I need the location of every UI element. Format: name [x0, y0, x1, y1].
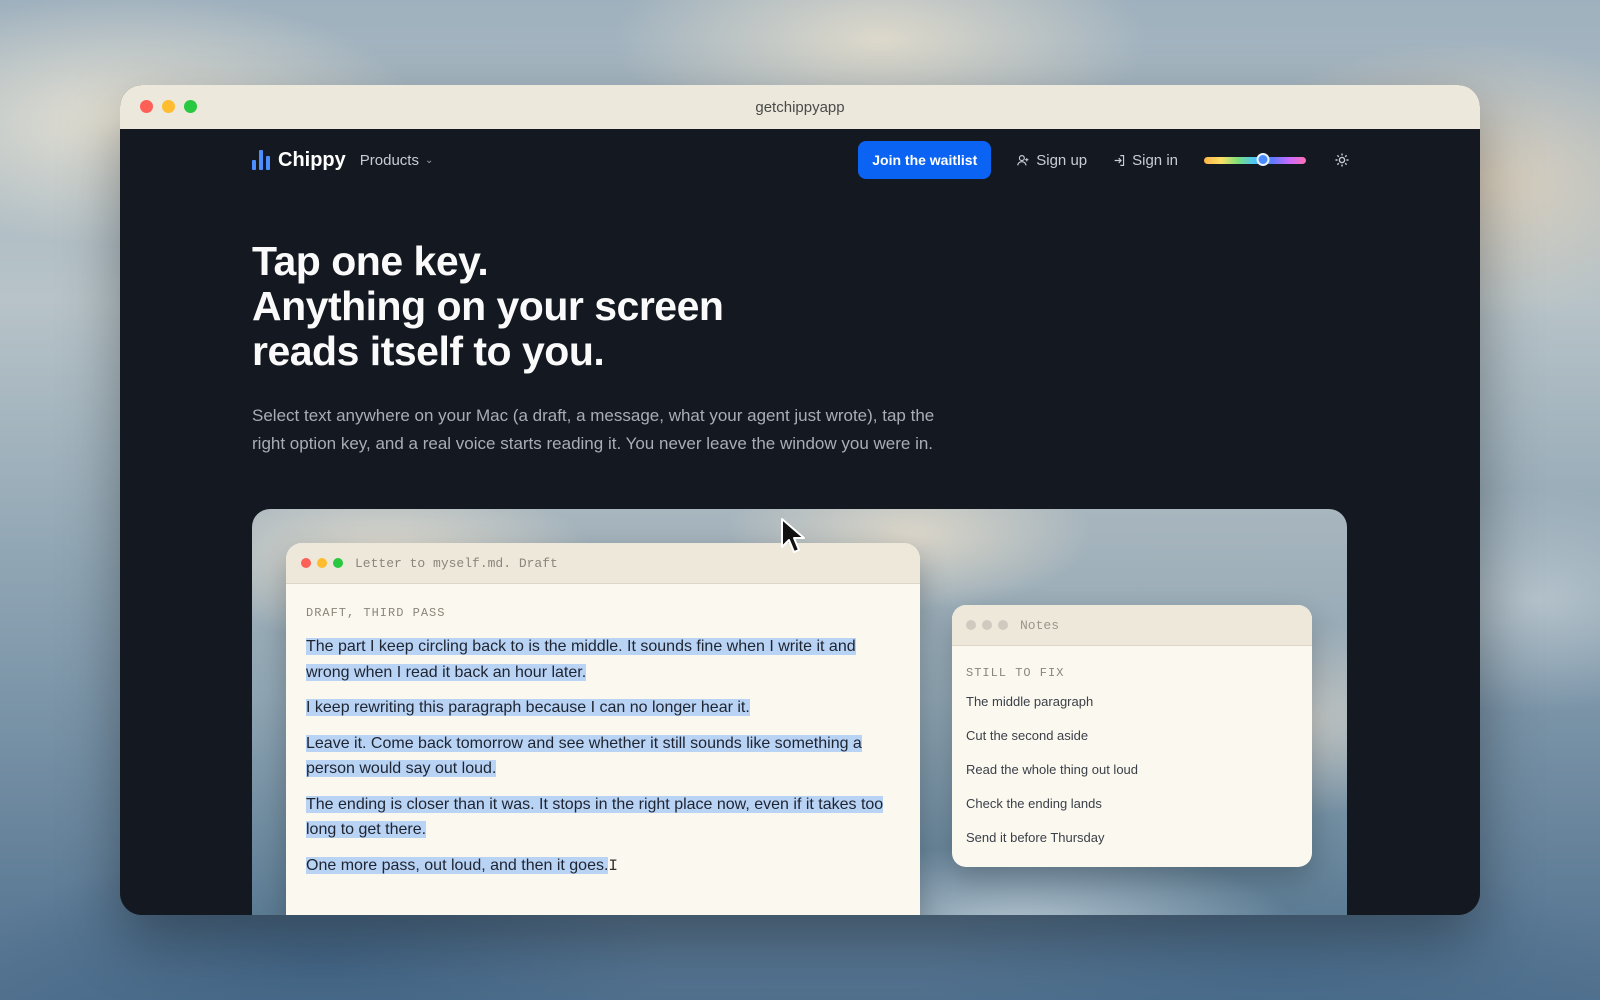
- notes-body: STILL TO FIX The middle paragraph Cut th…: [952, 646, 1312, 862]
- join-waitlist-button[interactable]: Join the waitlist: [858, 141, 992, 179]
- notes-title: Notes: [1020, 617, 1060, 633]
- notes-eyebrow: STILL TO FIX: [966, 666, 1065, 680]
- selected-text[interactable]: The ending is closer than it was. It sto…: [306, 795, 884, 838]
- list-item[interactable]: Check the ending lands: [966, 794, 1298, 828]
- sun-icon[interactable]: [1334, 152, 1350, 168]
- window-controls: [140, 100, 197, 113]
- selected-text[interactable]: I keep rewriting this paragraph because …: [306, 699, 750, 716]
- selected-text[interactable]: One more pass, out loud, and then it goe…: [306, 856, 609, 874]
- editor-eyebrow: DRAFT, THIRD PASS: [306, 606, 446, 620]
- notes-window: Notes STILL TO FIX The middle paragraph …: [952, 605, 1312, 867]
- hero-line-1: Tap one key.: [252, 238, 489, 284]
- chevron-down-icon: ⌄: [424, 154, 434, 166]
- editor-minimize-button[interactable]: [317, 558, 327, 568]
- zoom-window-button[interactable]: [184, 100, 197, 113]
- sign-in-label: Sign in: [1132, 151, 1178, 169]
- browser-window: getchippyapp Chippy Products ⌄ Join the …: [120, 85, 1480, 915]
- close-window-button[interactable]: [140, 100, 153, 113]
- editor-paragraph[interactable]: Leave it. Come back tomorrow and see whe…: [306, 731, 900, 782]
- list-item[interactable]: Send it before Thursday: [966, 828, 1298, 862]
- notes-minimize-button[interactable]: [982, 620, 992, 630]
- hue-slider-handle[interactable]: [1256, 152, 1270, 166]
- notes-close-button[interactable]: [966, 620, 976, 630]
- page-url: getchippyapp: [755, 98, 845, 116]
- list-item[interactable]: Cut the second aside: [966, 726, 1298, 760]
- hero-subtitle: Select text anywhere on your Mac (a draf…: [252, 406, 935, 453]
- editor-close-button[interactable]: [301, 558, 311, 568]
- top-nav: Chippy Products ⌄ Join the waitlist Sign…: [252, 129, 1350, 191]
- nav-actions: Join the waitlist Sign up Sign in: [858, 141, 1350, 179]
- text-cursor-icon: I: [608, 856, 619, 875]
- sign-up-label: Sign up: [1036, 151, 1088, 169]
- editor-paragraph[interactable]: One more pass, out loud, and then it goe…: [306, 853, 900, 880]
- hero-headline: Tap one key. Anything on your screen rea…: [252, 239, 972, 374]
- browser-titlebar: getchippyapp: [120, 85, 1480, 129]
- notes-zoom-button[interactable]: [998, 620, 1008, 630]
- sign-up-link[interactable]: Sign up: [1017, 152, 1087, 169]
- hero-line-2: Anything on your screen: [252, 283, 724, 329]
- editor-paragraph[interactable]: I keep rewriting this paragraph because …: [306, 695, 900, 721]
- hue-slider[interactable]: [1204, 152, 1306, 166]
- brand-name[interactable]: Chippy: [278, 149, 346, 172]
- editor-window: Letter to myself.md. Draft DRAFT, THIRD …: [286, 543, 920, 915]
- editor-paragraph[interactable]: The ending is closer than it was. It sto…: [306, 792, 900, 843]
- editor-paragraph[interactable]: The part I keep circling back to is the …: [306, 634, 900, 685]
- list-item[interactable]: The middle paragraph: [966, 692, 1298, 726]
- user-plus-icon: [1017, 154, 1029, 165]
- chippy-logo-icon[interactable]: [252, 150, 270, 170]
- minimize-window-button[interactable]: [162, 100, 175, 113]
- hero-line-3: reads itself to you.: [252, 328, 605, 374]
- list-item[interactable]: Read the whole thing out loud: [966, 760, 1298, 794]
- editor-body[interactable]: DRAFT, THIRD PASS The part I keep circli…: [286, 584, 920, 879]
- demo-stage: Letter to myself.md. Draft DRAFT, THIRD …: [252, 509, 1347, 915]
- editor-zoom-button[interactable]: [333, 558, 343, 568]
- sign-in-link[interactable]: Sign in: [1113, 152, 1178, 169]
- products-menu[interactable]: Products ⌄: [360, 152, 434, 169]
- editor-title: Letter to myself.md. Draft: [355, 555, 558, 571]
- selected-text[interactable]: Leave it. Come back tomorrow and see whe…: [306, 734, 862, 777]
- notes-titlebar: Notes: [952, 605, 1312, 646]
- products-label: Products: [359, 151, 419, 169]
- sign-in-icon: [1114, 154, 1125, 166]
- selected-text[interactable]: The part I keep circling back to is the …: [306, 638, 856, 681]
- editor-titlebar: Letter to myself.md. Draft: [286, 543, 920, 584]
- mouse-pointer-icon: [781, 518, 805, 553]
- hero-section: Tap one key. Anything on your screen rea…: [252, 239, 972, 458]
